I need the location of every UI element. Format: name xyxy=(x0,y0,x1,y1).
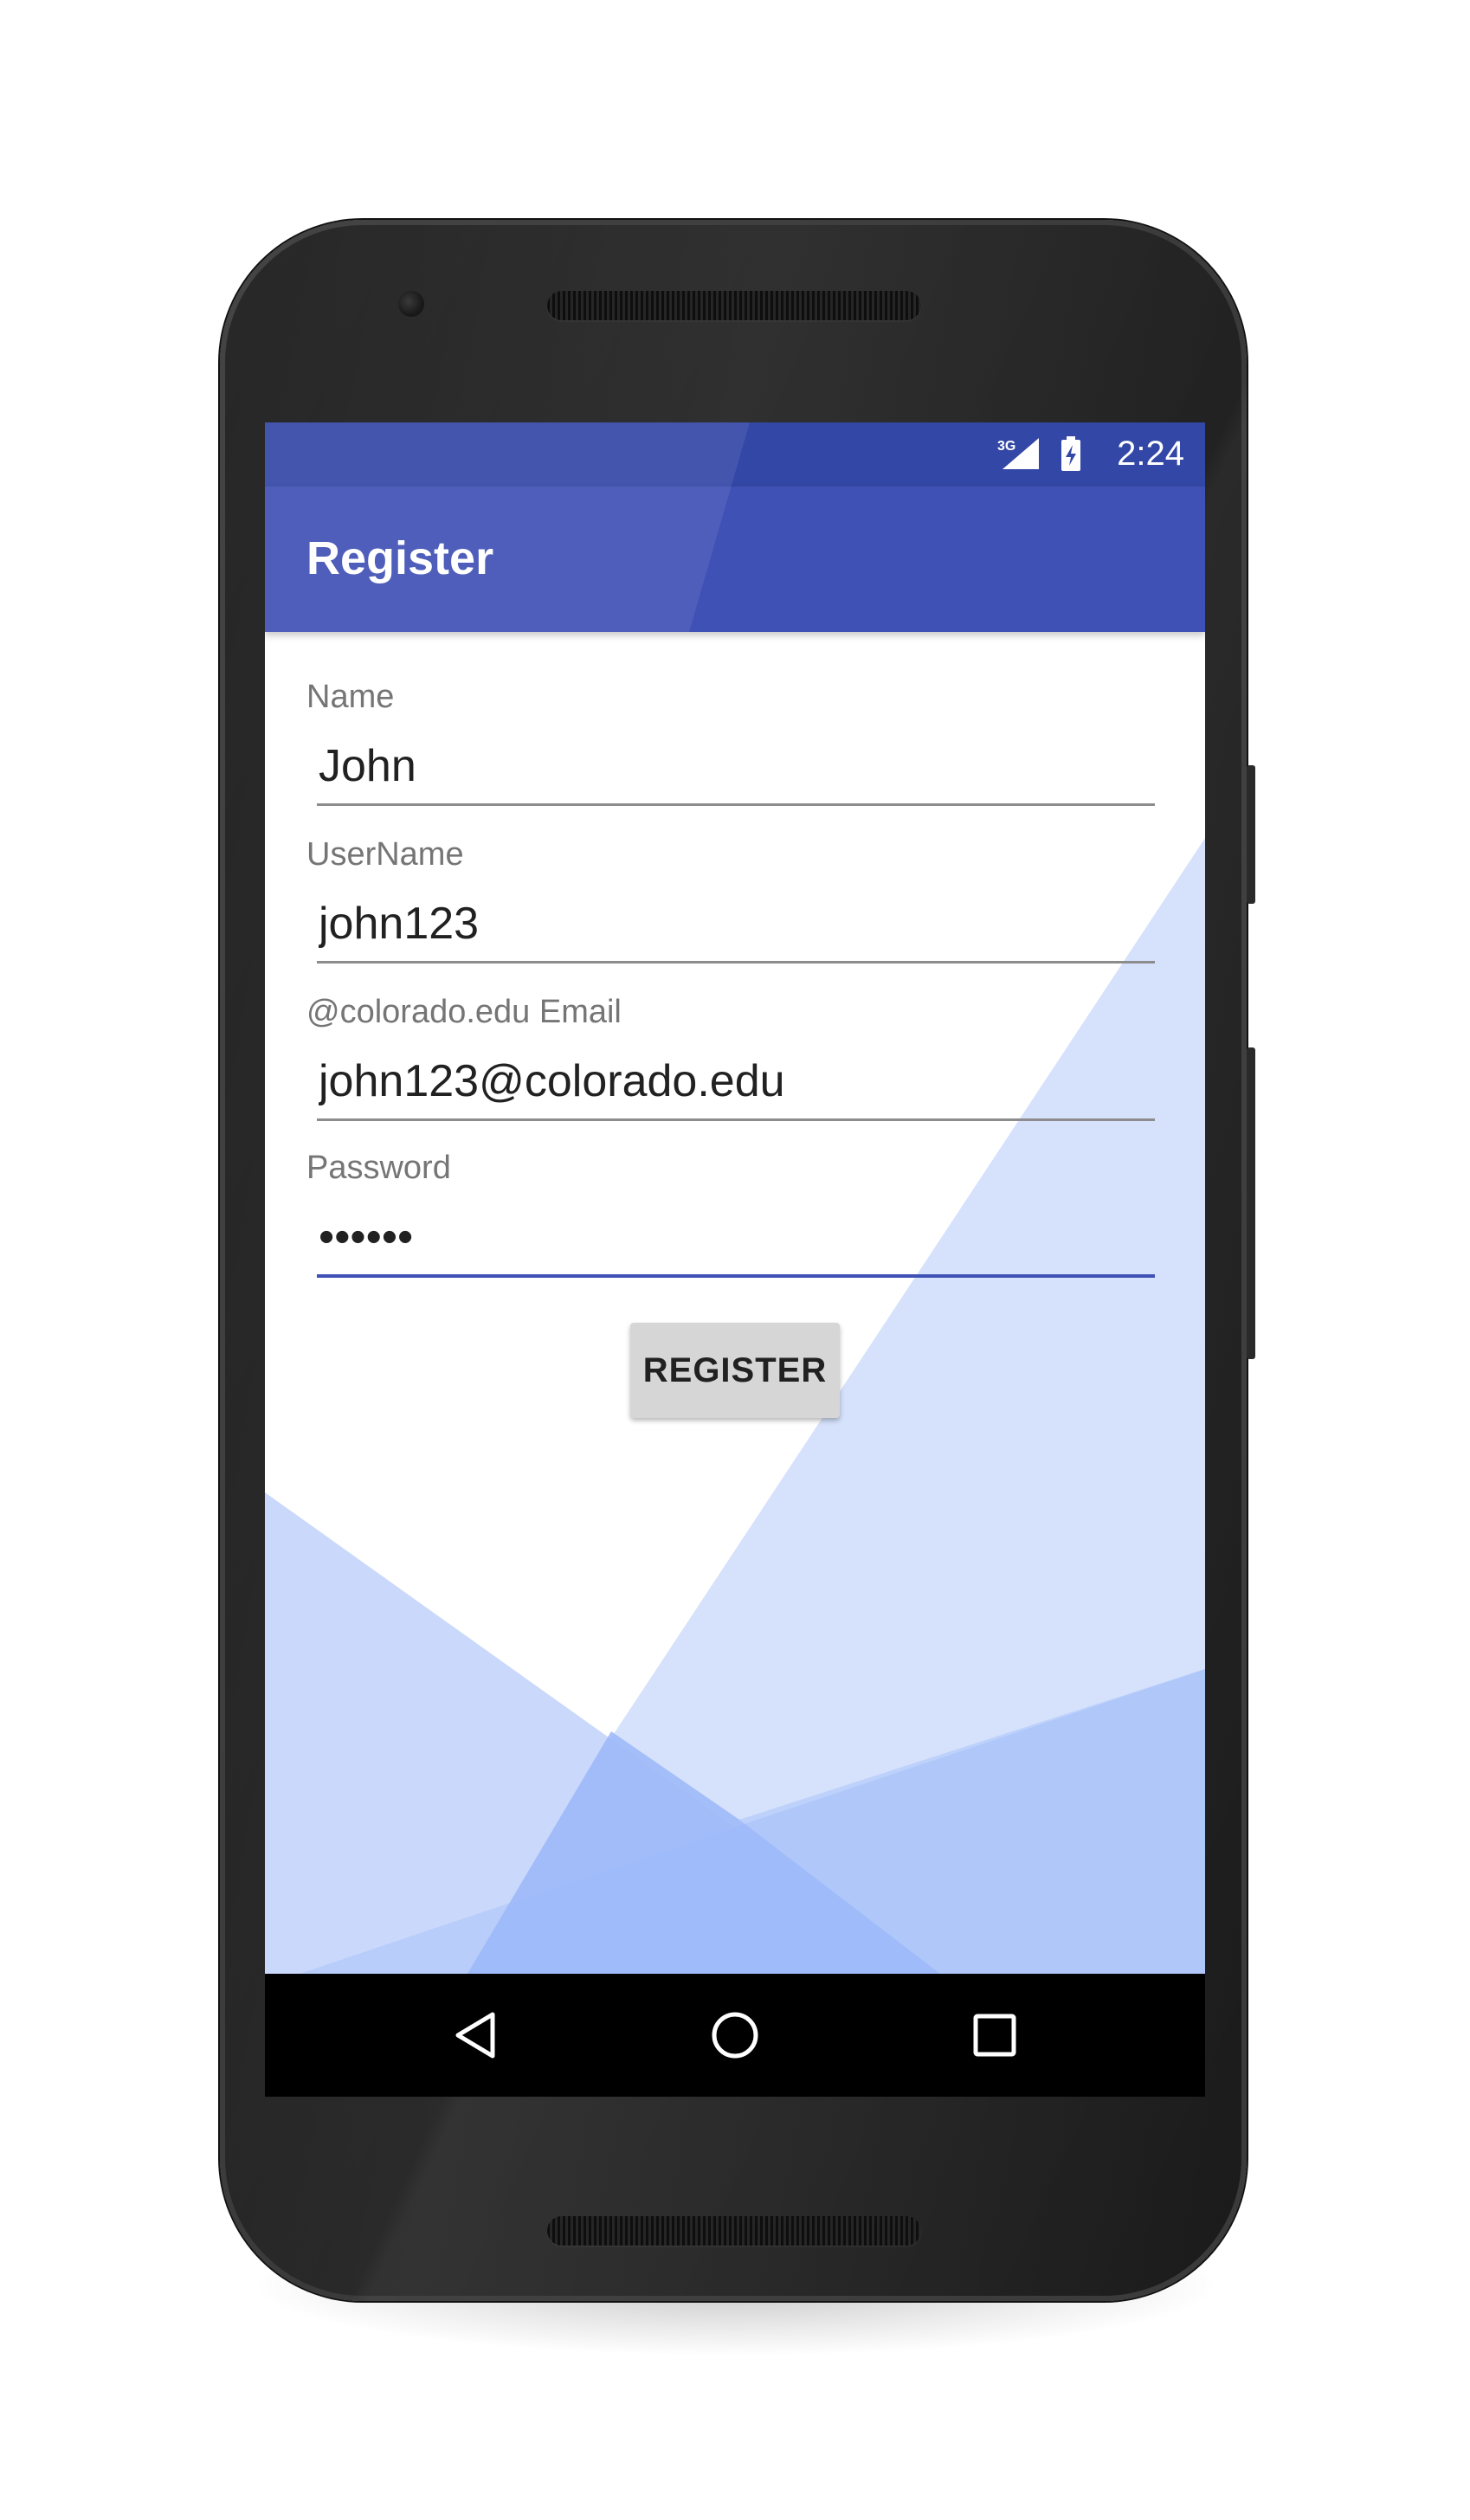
top-speaker-grille xyxy=(547,291,921,320)
phone-screen: Register 3G 2:24 Name UserName @colorado… xyxy=(265,422,1205,2097)
status-time: 2:24 xyxy=(1117,435,1184,473)
password-label: Password xyxy=(306,1150,451,1186)
register-button[interactable]: REGISTER xyxy=(630,1323,840,1418)
network-type-label: 3G xyxy=(997,439,1015,454)
front-camera xyxy=(398,291,424,317)
power-button xyxy=(1247,765,1255,904)
name-field[interactable] xyxy=(317,734,1155,806)
app-bar: Register xyxy=(265,487,1205,632)
recents-square-icon[interactable] xyxy=(963,2003,1027,2067)
password-field[interactable] xyxy=(317,1205,1155,1278)
home-circle-icon[interactable] xyxy=(703,2003,767,2067)
email-field[interactable] xyxy=(317,1049,1155,1121)
username-field[interactable] xyxy=(317,892,1155,964)
volume-button xyxy=(1247,1047,1255,1359)
username-label: UserName xyxy=(306,836,464,873)
navigation-bar xyxy=(265,1974,1205,2097)
page-title: Register xyxy=(306,532,494,584)
cell-signal-icon: 3G xyxy=(997,438,1039,469)
email-label: @colorado.edu Email xyxy=(306,994,622,1030)
battery-charging-icon xyxy=(1061,436,1080,471)
name-label: Name xyxy=(306,679,395,715)
bottom-speaker-grille xyxy=(547,2216,921,2246)
back-triangle-icon[interactable] xyxy=(445,2003,509,2067)
status-icons: 3G xyxy=(997,435,1084,479)
